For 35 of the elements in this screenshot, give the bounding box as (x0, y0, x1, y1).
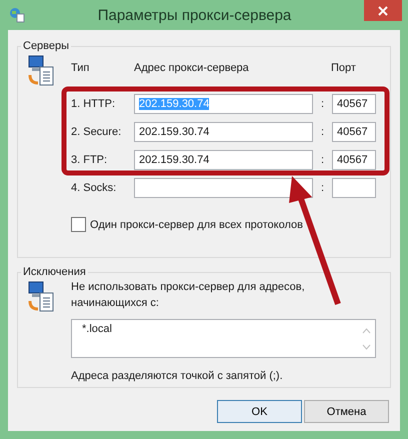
colon-separator: : (320, 98, 326, 110)
computer-icon (27, 281, 55, 313)
address-field[interactable] (134, 178, 313, 198)
window-title: Параметры прокси-сервера (98, 6, 292, 24)
protocol-label: 4. Socks: (71, 182, 118, 194)
globe-icon (9, 7, 25, 23)
column-header: Тип (71, 62, 90, 74)
scroll-down-icon[interactable] (362, 344, 371, 350)
port-field[interactable] (332, 178, 376, 198)
address-field[interactable]: 202.159.30.74 (134, 150, 313, 170)
colon-separator: : (320, 182, 326, 194)
port-field[interactable]: 40567 (332, 94, 376, 114)
exceptions-field[interactable]: *.local (71, 319, 376, 358)
close-icon (378, 6, 388, 16)
colon-separator: : (320, 126, 326, 138)
protocol-label: 1. HTTP: (71, 98, 116, 110)
checkbox-label: Один прокси-сервер для всех протоколов (90, 218, 303, 230)
protocol-label: 3. FTP: (71, 154, 108, 166)
address-field[interactable]: 202.159.30.74 (134, 122, 313, 142)
hint-text: Адреса разделяются точкой с запятой (;). (71, 370, 284, 382)
column-header: Порт (331, 62, 356, 74)
ok-button[interactable]: OK (217, 400, 302, 423)
cancel-button[interactable]: Отмена (304, 400, 389, 423)
group-label: Исключения (22, 266, 87, 278)
protocol-label: 2. Secure: (71, 126, 122, 138)
column-header: Адрес прокси-сервера (134, 62, 250, 74)
scroll-up-icon[interactable] (362, 328, 371, 334)
group-label: Серверы (22, 40, 70, 52)
port-field[interactable]: 40567 (332, 122, 376, 142)
computer-icon (27, 55, 55, 87)
port-field[interactable]: 40567 (332, 150, 376, 170)
close-button[interactable] (364, 0, 402, 21)
colon-separator: : (320, 154, 326, 166)
description-text: Не использовать прокси-сервер для адресов, начинающихся с: (71, 280, 306, 311)
checkbox[interactable] (71, 217, 86, 232)
